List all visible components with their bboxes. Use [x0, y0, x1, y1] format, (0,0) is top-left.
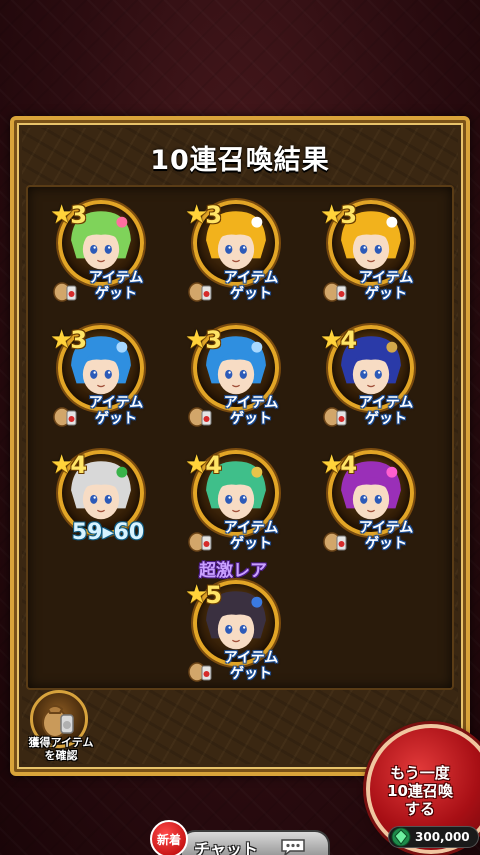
item-get-label: アイテム ゲット: [88, 395, 144, 427]
summon-result-unit[interactable]: ★ 4 アイテム ゲット: [320, 325, 416, 435]
star-rank: ★ 3: [185, 200, 222, 230]
summon-result-unit[interactable]: ★ 4 アイテム ゲット: [185, 450, 281, 560]
summon-result-unit[interactable]: ★ 3 アイテム ゲット: [50, 325, 146, 435]
item-bag-icon: [188, 282, 212, 302]
star-count: 4: [340, 451, 358, 479]
star-rank: ★ 4: [185, 450, 222, 480]
item-get-badge: アイテム ゲット: [185, 516, 289, 558]
item-bag-icon: [323, 532, 347, 552]
item-get-badge: アイテム ゲット: [185, 646, 289, 688]
summon-result-unit[interactable]: 超激レア ★ 5 アイテム ゲット: [185, 561, 281, 690]
star-rank: ★ 3: [50, 325, 87, 355]
chat-label: チャット: [194, 840, 258, 855]
star-rank: ★ 3: [320, 200, 357, 230]
item-get-badge: アイテム ゲット: [50, 266, 154, 308]
page-title: 10連召喚結果: [150, 145, 330, 176]
item-get-label: アイテム ゲット: [223, 650, 279, 682]
star-count: 4: [205, 451, 223, 479]
item-bag-icon: [188, 662, 212, 682]
star-count: 4: [340, 326, 358, 354]
summon-result-unit[interactable]: ★ 4 アイテム ゲット: [320, 450, 416, 560]
item-bag-icon: [53, 282, 77, 302]
summon-cost: 300,000: [388, 826, 479, 848]
item-get-label: アイテム ゲット: [358, 520, 414, 552]
item-get-badge: アイテム ゲット: [320, 391, 424, 433]
cost-value: 300,000: [415, 830, 470, 844]
summon-result-unit[interactable]: ★ 3 アイテム ゲット: [185, 200, 281, 310]
item-get-badge: アイテム ゲット: [320, 266, 424, 308]
item-get-badge: アイテム ゲット: [320, 516, 424, 558]
summon-again-label: もう一度 10連召喚 する: [387, 764, 453, 818]
star-count: 3: [205, 201, 223, 229]
confirm-items-button[interactable]: 獲得アイテム を確認: [22, 690, 100, 766]
item-bag-icon: [323, 282, 347, 302]
summon-result-unit[interactable]: ★ 3 アイテム ゲット: [185, 325, 281, 435]
item-get-badge: アイテム ゲット: [185, 266, 289, 308]
star-rank: ★ 4: [320, 325, 357, 355]
summon-result-unit[interactable]: ★ 4 59▸60: [50, 450, 146, 560]
item-bag-icon: [188, 532, 212, 552]
item-get-label: アイテム ゲット: [358, 270, 414, 302]
confirm-items-label: 獲得アイテム を確認: [28, 736, 94, 762]
level-up-label: 59▸60: [71, 520, 145, 545]
item-get-label: アイテム ゲット: [88, 270, 144, 302]
star-count: 3: [70, 201, 88, 229]
star-count: 3: [70, 326, 88, 354]
star-count: 5: [205, 581, 223, 609]
item-get-badge: アイテム ゲット: [50, 391, 154, 433]
rarity-label: 超激レア: [199, 561, 267, 581]
item-bag-icon: [323, 407, 347, 427]
star-count: 3: [340, 201, 358, 229]
green-gem-icon: [391, 827, 411, 847]
summon-result-unit[interactable]: ★ 3 アイテム ゲット: [320, 200, 416, 310]
star-rank: ★ 4: [320, 450, 357, 480]
star-count: 3: [205, 326, 223, 354]
item-bag-icon: [188, 407, 212, 427]
summon-result-unit[interactable]: ★ 3 アイテム ゲット: [50, 200, 146, 310]
item-get-label: アイテム ゲット: [223, 395, 279, 427]
item-get-badge: アイテム ゲット: [185, 391, 289, 433]
chat-button[interactable]: チャット: [180, 830, 330, 855]
star-rank: ★ 3: [185, 325, 222, 355]
speech-bubble-icon: [281, 839, 305, 855]
star-count: 4: [70, 451, 88, 479]
item-get-label: アイテム ゲット: [223, 270, 279, 302]
star-rank: ★ 3: [50, 200, 87, 230]
new-badge: 新着: [150, 820, 188, 855]
star-rank: ★ 4: [50, 450, 87, 480]
star-rank: ★ 5: [185, 580, 222, 610]
item-get-label: アイテム ゲット: [223, 520, 279, 552]
item-bag-icon: [53, 407, 77, 427]
item-get-label: アイテム ゲット: [358, 395, 414, 427]
